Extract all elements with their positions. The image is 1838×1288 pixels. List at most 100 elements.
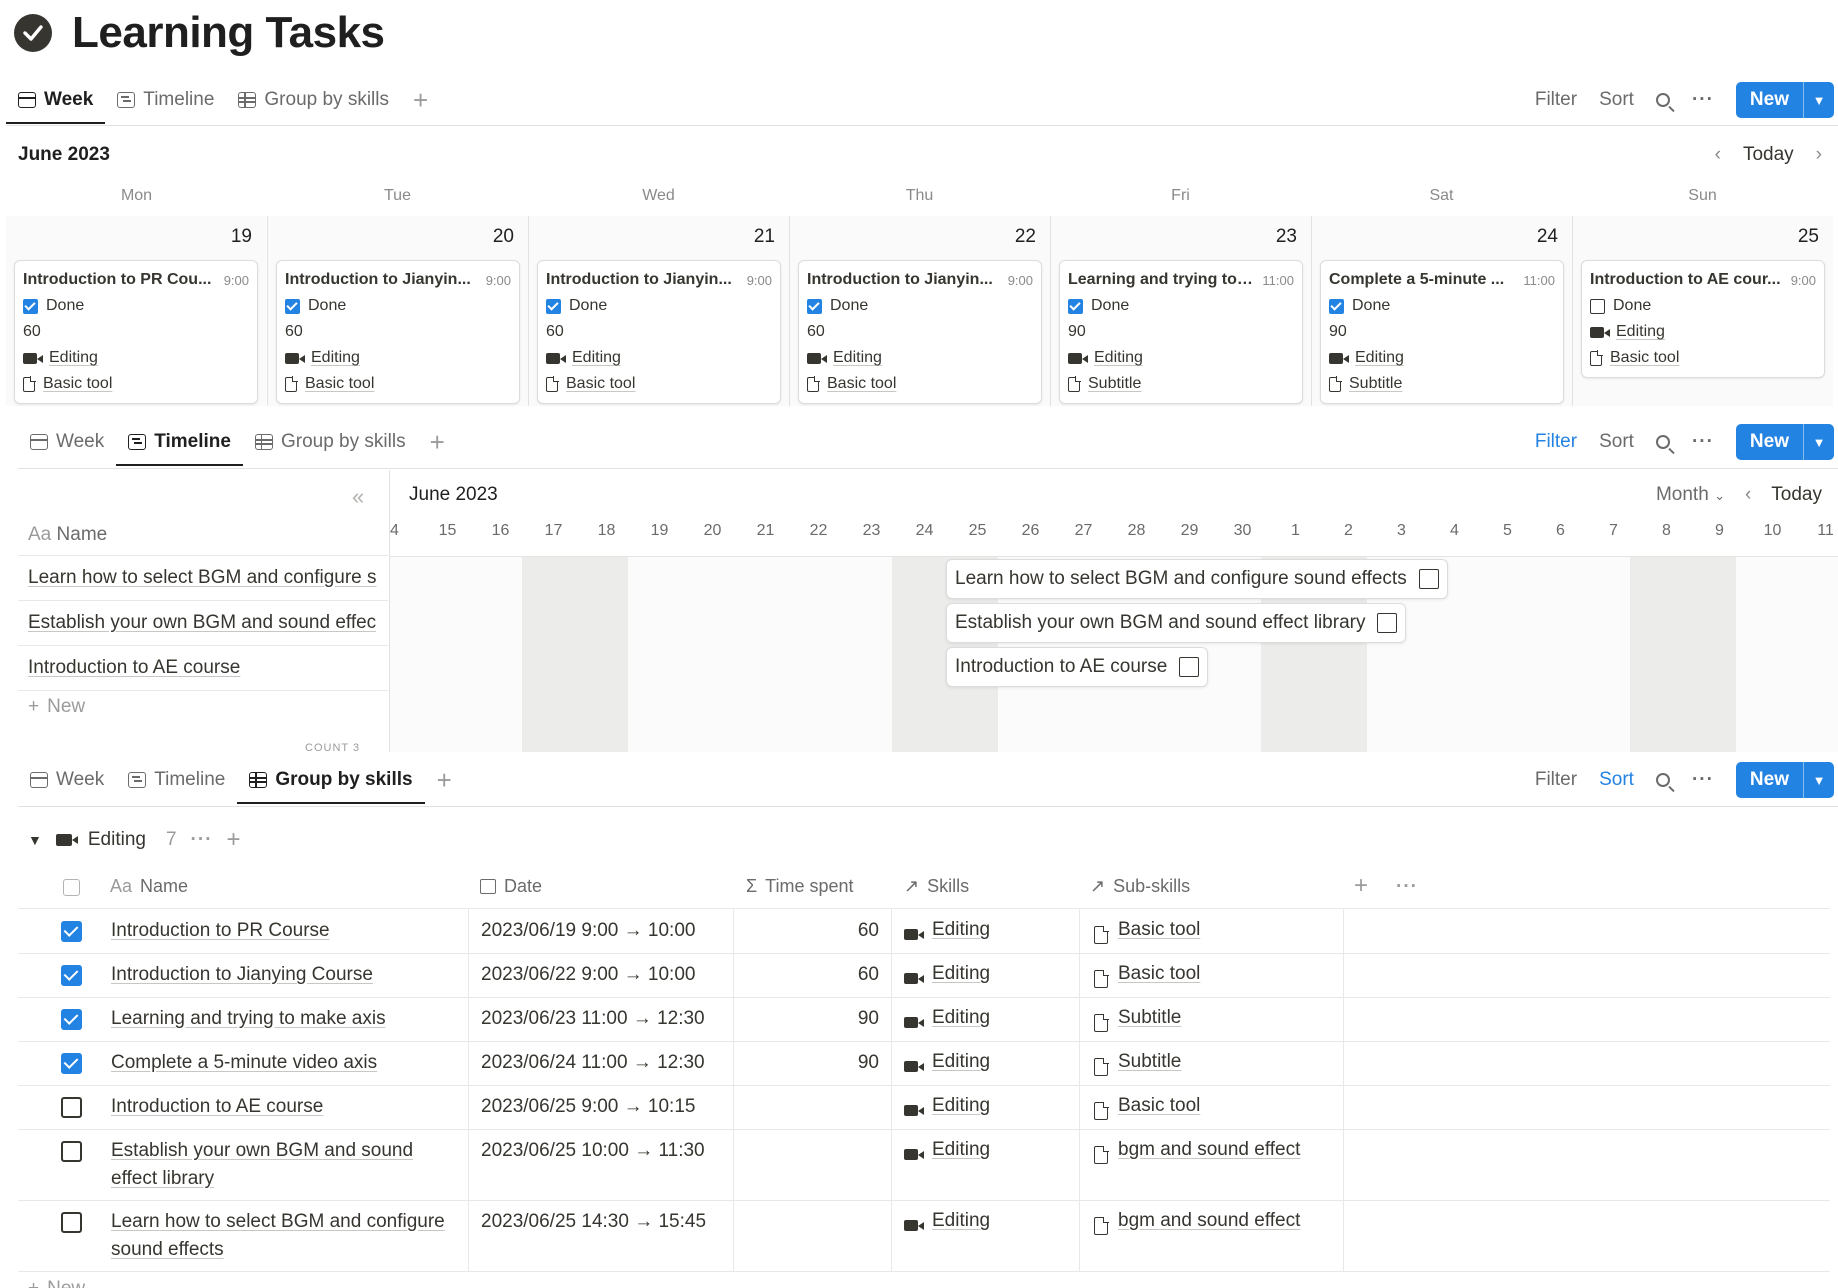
more-icon[interactable]: ··· xyxy=(1396,876,1418,898)
card-subskill[interactable]: Basic tool xyxy=(305,375,374,393)
chevron-left-icon[interactable]: ‹ xyxy=(1715,144,1721,166)
search-icon[interactable] xyxy=(1655,435,1670,449)
timeline-row-name[interactable]: Establish your own BGM and sound effec xyxy=(18,601,388,646)
row-skill[interactable]: Editing xyxy=(932,919,990,941)
unchecked-checkbox-icon[interactable] xyxy=(1377,613,1398,633)
checked-checkbox-icon[interactable] xyxy=(61,921,82,942)
row-name[interactable]: Introduction to Jianying Course xyxy=(111,964,373,985)
row-name[interactable]: Learn how to select BGM and configure xyxy=(111,1211,445,1232)
timeline-task-bar[interactable]: Introduction to AE course xyxy=(946,647,1209,687)
col-time-header[interactable]: Σ Time spent xyxy=(746,876,854,897)
unchecked-checkbox-icon[interactable] xyxy=(61,1141,82,1162)
select-all-checkbox-icon[interactable] xyxy=(63,879,80,896)
tab-timeline[interactable]: Timeline xyxy=(116,756,237,804)
row-date[interactable]: 2023/06/25 10:00 → 11:30 xyxy=(468,1129,733,1200)
timeline-task-bar[interactable]: Establish your own BGM and sound effect … xyxy=(946,603,1407,643)
sort-button[interactable]: Sort xyxy=(1599,89,1634,111)
task-card[interactable]: Complete a 5-minute ... 11:00 Done 90 Editin… xyxy=(1320,260,1564,404)
row-name[interactable]: Introduction to PR Course xyxy=(111,920,330,941)
row-name[interactable]: Establish your own BGM and sound xyxy=(111,1140,413,1161)
checked-checkbox-icon[interactable] xyxy=(61,965,82,986)
tab-group-by-skills[interactable]: Group by skills xyxy=(243,418,418,466)
search-icon[interactable] xyxy=(1655,773,1670,787)
timeline-row-name[interactable]: Learn how to select BGM and configure s xyxy=(18,556,388,601)
chevron-down-icon[interactable]: ▼ xyxy=(1803,424,1834,460)
checked-checkbox-icon[interactable] xyxy=(1329,298,1344,314)
checked-checkbox-icon[interactable] xyxy=(1068,298,1083,314)
more-icon[interactable]: ··· xyxy=(191,829,213,851)
row-skill[interactable]: Editing xyxy=(932,1051,990,1073)
card-skill[interactable]: Editing xyxy=(833,349,882,367)
chevron-down-icon[interactable]: ▼ xyxy=(1803,762,1834,798)
col-skills-header[interactable]: ↗ Skills xyxy=(904,876,969,897)
task-card[interactable]: Introduction to AE cour... 9:00 Done Editin… xyxy=(1581,260,1825,378)
row-date[interactable]: 2023/06/25 14:30 → 15:45 xyxy=(468,1200,733,1271)
add-view-plus-icon[interactable]: + xyxy=(401,85,440,116)
row-subskill[interactable]: Basic tool xyxy=(1118,919,1200,941)
table-row[interactable]: Introduction to PR Course 2023/06/19 9:00… xyxy=(18,909,1830,954)
row-time-spent[interactable] xyxy=(733,1200,891,1271)
card-subskill[interactable]: Subtitle xyxy=(1088,375,1141,393)
task-card[interactable]: Introduction to PR Cou... 9:00 Done 60 Editi… xyxy=(14,260,258,404)
row-skill[interactable]: Editing xyxy=(932,1139,990,1161)
row-time-spent[interactable]: 60 xyxy=(733,909,891,953)
row-subskill[interactable]: Basic tool xyxy=(1118,963,1200,985)
filter-button[interactable]: Filter xyxy=(1535,769,1577,791)
checked-checkbox-icon[interactable] xyxy=(61,1053,82,1074)
more-icon[interactable]: ··· xyxy=(1692,431,1714,453)
triangle-down-icon[interactable]: ▼ xyxy=(28,832,42,848)
tab-week[interactable]: Week xyxy=(18,418,116,466)
tab-week[interactable]: Week xyxy=(6,76,106,124)
new-button[interactable]: New ▼ xyxy=(1735,424,1834,460)
table-row[interactable]: Introduction to Jianying Course 2023/06/2… xyxy=(18,953,1830,998)
checked-checkbox-icon[interactable] xyxy=(285,298,300,314)
row-time-spent[interactable] xyxy=(733,1085,891,1129)
tab-timeline[interactable]: Timeline xyxy=(105,76,226,124)
card-skill[interactable]: Editing xyxy=(311,349,360,367)
checked-checkbox-icon[interactable] xyxy=(546,298,561,314)
table-row[interactable]: Learn how to select BGM and configure sou… xyxy=(18,1200,1830,1272)
card-subskill[interactable]: Basic tool xyxy=(43,375,112,393)
col-name-header[interactable]: Aa Name xyxy=(110,876,188,897)
tab-timeline[interactable]: Timeline xyxy=(116,418,243,466)
row-subskill[interactable]: bgm and sound effect xyxy=(1118,1210,1300,1232)
row-time-spent[interactable] xyxy=(733,1129,891,1200)
unchecked-checkbox-icon[interactable] xyxy=(1418,569,1439,589)
row-date[interactable]: 2023/06/24 11:00 → 12:30 xyxy=(468,1041,733,1085)
row-subskill[interactable]: Basic tool xyxy=(1118,1095,1200,1117)
row-skill[interactable]: Editing xyxy=(932,1095,990,1117)
checked-checkbox-icon[interactable] xyxy=(807,298,822,314)
row-time-spent[interactable]: 60 xyxy=(733,953,891,997)
card-skill[interactable]: Editing xyxy=(49,349,98,367)
card-skill[interactable]: Editing xyxy=(572,349,621,367)
row-name[interactable]: Introduction to AE course xyxy=(111,1096,323,1117)
row-date[interactable]: 2023/06/19 9:00 → 10:00 xyxy=(468,909,733,953)
card-subskill[interactable]: Basic tool xyxy=(1610,349,1679,367)
table-row[interactable]: Establish your own BGM and sound effect l… xyxy=(18,1129,1830,1201)
row-name[interactable]: Complete a 5-minute video axis xyxy=(111,1052,377,1073)
table-row[interactable]: Complete a 5-minute video axis 2023/06/24… xyxy=(18,1041,1830,1086)
add-column-plus-icon[interactable]: + xyxy=(1354,872,1368,900)
tab-week[interactable]: Week xyxy=(18,756,116,804)
collapse-sidebar-icon[interactable]: « xyxy=(352,484,364,510)
table-row[interactable]: Introduction to AE course 2023/06/25 9:00… xyxy=(18,1085,1830,1130)
row-subskill[interactable]: Subtitle xyxy=(1118,1051,1181,1073)
chevron-right-icon[interactable]: › xyxy=(1816,144,1822,166)
row-date[interactable]: 2023/06/23 11:00 → 12:30 xyxy=(468,997,733,1041)
search-icon[interactable] xyxy=(1655,93,1670,107)
checked-checkbox-icon[interactable] xyxy=(23,298,38,314)
new-button[interactable]: New ▼ xyxy=(1735,82,1834,118)
plus-icon[interactable]: + xyxy=(227,826,241,854)
table-new-row[interactable]: +New xyxy=(28,1278,85,1288)
unchecked-checkbox-icon[interactable] xyxy=(61,1097,82,1118)
sort-button[interactable]: Sort xyxy=(1599,769,1634,791)
card-skill[interactable]: Editing xyxy=(1094,349,1143,367)
row-skill[interactable]: Editing xyxy=(932,963,990,985)
timeline-row-name[interactable]: Introduction to AE course xyxy=(18,646,388,691)
task-card[interactable]: Learning and trying to ... 11:00 Done 90 Edi… xyxy=(1059,260,1303,404)
unchecked-checkbox-icon[interactable] xyxy=(1179,657,1200,677)
unchecked-checkbox-icon[interactable] xyxy=(61,1212,82,1233)
table-row[interactable]: Learning and trying to make axis 2023/06/… xyxy=(18,997,1830,1042)
sort-button[interactable]: Sort xyxy=(1599,431,1634,453)
filter-button[interactable]: Filter xyxy=(1535,431,1577,453)
